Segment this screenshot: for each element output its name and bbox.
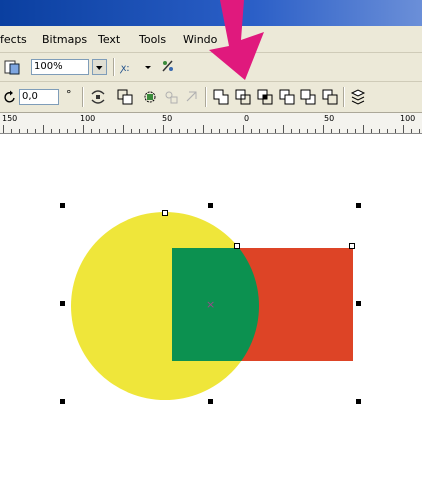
selection-handle-bottom[interactable] xyxy=(208,399,213,404)
selection-handle-top-left[interactable] xyxy=(60,203,65,208)
rectangle-node[interactable] xyxy=(234,243,240,249)
selection-handle-left[interactable] xyxy=(60,301,65,306)
selection-handle-bottom-left[interactable] xyxy=(60,399,65,404)
selection-handle-top-right[interactable] xyxy=(356,203,361,208)
circle-node[interactable] xyxy=(162,210,168,216)
center-marker[interactable]: × xyxy=(206,298,215,311)
drawing-canvas[interactable]: × xyxy=(0,0,422,483)
selection-handle-right[interactable] xyxy=(356,301,361,306)
rectangle-node[interactable] xyxy=(349,243,355,249)
selection-handle-top[interactable] xyxy=(208,203,213,208)
selection-handle-bottom-right[interactable] xyxy=(356,399,361,404)
pointer-arrow xyxy=(209,0,264,80)
